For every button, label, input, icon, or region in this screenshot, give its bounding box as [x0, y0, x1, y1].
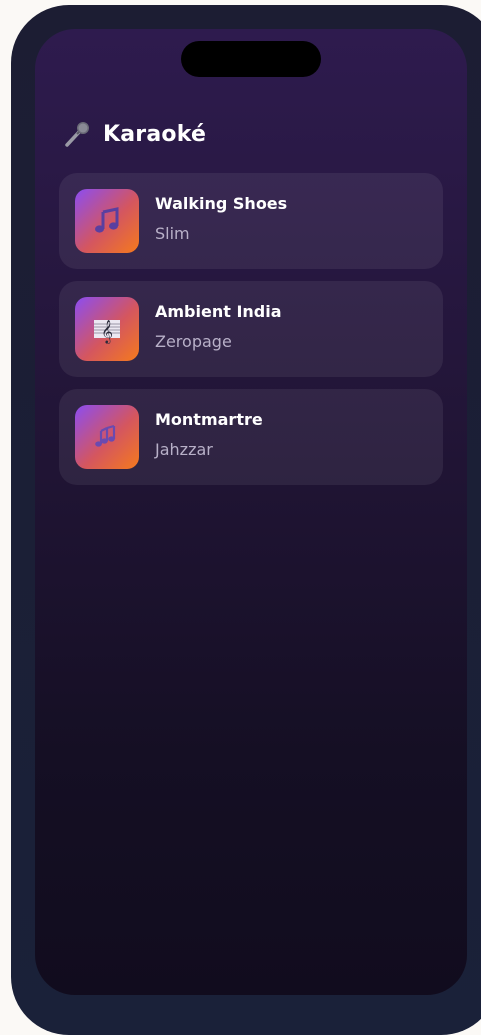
microphone-icon — [65, 122, 89, 147]
song-info: Montmartre Jahzzar — [155, 409, 263, 460]
page-title: Karaoké — [103, 121, 207, 147]
dynamic-island — [181, 41, 321, 77]
song-title: Montmartre — [155, 410, 263, 429]
song-title: Walking Shoes — [155, 194, 288, 213]
music-note-icon — [95, 207, 119, 233]
phone-frame: Karaoké Walking Shoes Slim 𝄞 Ambient Ind… — [11, 5, 481, 1035]
song-list: Walking Shoes Slim 𝄞 Ambient India Zerop… — [59, 173, 443, 497]
song-thumbnail — [75, 189, 139, 253]
song-card-walking-shoes[interactable]: Walking Shoes Slim — [59, 173, 443, 269]
song-artist: Zeropage — [155, 332, 232, 351]
app-screen: Karaoké Walking Shoes Slim 𝄞 Ambient Ind… — [35, 29, 467, 995]
song-artist: Slim — [155, 224, 190, 243]
song-title: Ambient India — [155, 302, 282, 321]
song-thumbnail — [75, 405, 139, 469]
song-thumbnail: 𝄞 — [75, 297, 139, 361]
app-header: Karaoké — [63, 119, 206, 149]
song-info: Walking Shoes Slim — [155, 193, 287, 244]
song-artist: Jahzzar — [155, 440, 213, 459]
musical-score-icon: 𝄞 — [94, 319, 120, 344]
song-info: Ambient India Zeropage — [155, 301, 282, 352]
song-card-ambient-india[interactable]: 𝄞 Ambient India Zeropage — [59, 281, 443, 377]
song-card-montmartre[interactable]: Montmartre Jahzzar — [59, 389, 443, 485]
svg-text:𝄞: 𝄞 — [101, 319, 113, 344]
music-notes-icon — [95, 424, 116, 447]
